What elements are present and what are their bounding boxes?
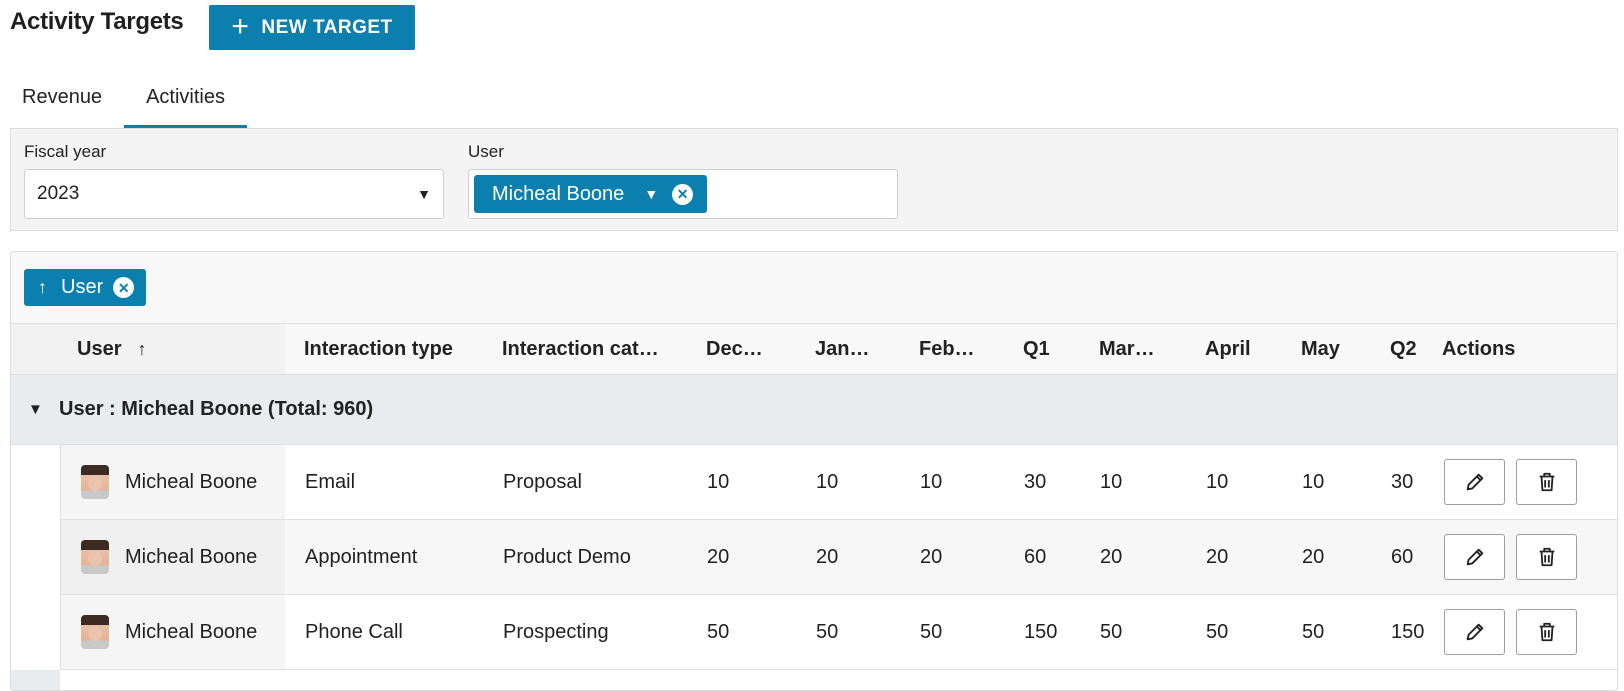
avatar: [81, 615, 109, 649]
caret-down-icon[interactable]: ▼: [644, 186, 658, 202]
column-header-user[interactable]: User ↑: [11, 324, 285, 374]
fiscal-year-select[interactable]: 2023 ▼: [24, 169, 444, 219]
q2-cell: 150: [1391, 620, 1425, 643]
mar-cell: 50: [1100, 620, 1123, 643]
plus-icon: +: [231, 9, 250, 43]
new-target-label: NEW TARGET: [261, 16, 393, 38]
pencil-icon: [1466, 473, 1483, 491]
feb-cell: 50: [920, 620, 943, 643]
column-header-q1[interactable]: Q1: [1023, 324, 1073, 374]
q2-cell: 60: [1391, 545, 1414, 568]
interaction-type-cell: Email: [305, 470, 356, 493]
jan-cell: 10: [816, 470, 839, 493]
group-by-bar: ↑ User ✕: [11, 252, 1617, 323]
q1-cell: 150: [1024, 620, 1058, 643]
group-by-chip[interactable]: ↑ User ✕: [24, 269, 147, 306]
user-filter-label: User: [468, 142, 504, 161]
dec-cell: 20: [707, 545, 730, 568]
interaction-category-cell: Prospecting: [503, 620, 609, 643]
caret-down-icon: ▼: [417, 186, 431, 202]
group-title: User : Micheal Boone (Total: 960): [59, 398, 374, 420]
column-header-interaction-type[interactable]: Interaction type: [304, 324, 484, 374]
delete-button[interactable]: [1516, 609, 1577, 655]
column-header-feb[interactable]: Feb…: [919, 324, 999, 374]
may-cell: 50: [1302, 620, 1325, 643]
table-row: Micheal Boone Appointment Product Demo 2…: [60, 520, 1617, 595]
column-header-mar[interactable]: Mar…: [1099, 324, 1179, 374]
targets-grid: ↑ User ✕ User ↑ Interaction type Interac…: [10, 251, 1618, 691]
april-cell: 20: [1206, 545, 1229, 568]
user-cell: Micheal Boone: [61, 445, 285, 519]
group-indent-strip: [11, 670, 60, 690]
tab-bar: Revenue Activities: [0, 70, 247, 128]
april-cell: 50: [1206, 620, 1229, 643]
user-filter-chip-label: Micheal Boone: [492, 182, 625, 205]
q1-cell: 30: [1024, 470, 1047, 493]
table-row: Micheal Boone Email Proposal 10 10 10 30…: [60, 445, 1617, 520]
column-header-actions: Actions: [1442, 337, 1516, 360]
pencil-icon: [1466, 623, 1483, 641]
triangle-down-icon[interactable]: ▼: [28, 401, 43, 418]
column-header-q2[interactable]: Q2: [1390, 324, 1440, 374]
delete-button[interactable]: [1516, 534, 1577, 580]
jan-cell: 50: [816, 620, 839, 643]
column-header-user-label: User: [77, 337, 122, 360]
clear-circle-icon[interactable]: ✕: [113, 277, 135, 298]
user-cell: Micheal Boone: [61, 595, 285, 669]
user-name: Micheal Boone: [125, 620, 258, 643]
user-cell: Micheal Boone: [61, 520, 285, 594]
mar-cell: 10: [1100, 470, 1123, 493]
arrow-up-icon[interactable]: ↑: [137, 339, 146, 360]
trash-icon: [1539, 547, 1554, 567]
fiscal-year-value: 2023: [37, 183, 80, 204]
may-cell: 20: [1302, 545, 1325, 568]
interaction-category-cell: Product Demo: [503, 545, 631, 568]
edit-button[interactable]: [1444, 534, 1505, 580]
may-cell: 10: [1302, 470, 1325, 493]
table-row: Micheal Boone Phone Call Prospecting 50 …: [60, 595, 1617, 670]
user-name: Micheal Boone: [125, 470, 258, 493]
column-header-interaction-category[interactable]: Interaction cat…: [502, 324, 672, 374]
column-header-may[interactable]: May: [1301, 324, 1371, 374]
delete-button[interactable]: [1516, 459, 1577, 505]
interaction-type-cell: Phone Call: [305, 620, 403, 643]
feb-cell: 20: [920, 545, 943, 568]
new-target-button[interactable]: + NEW TARGET: [209, 5, 415, 50]
interaction-type-cell: Appointment: [305, 545, 418, 568]
column-header-jan[interactable]: Jan…: [815, 324, 895, 374]
page-title: Activity Targets: [10, 8, 184, 35]
trash-icon: [1539, 472, 1554, 492]
dec-cell: 10: [707, 470, 730, 493]
column-header-dec[interactable]: Dec…: [706, 324, 786, 374]
avatar: [81, 465, 109, 499]
avatar: [81, 540, 109, 574]
grid-header: User ↑ Interaction type Interaction cat……: [11, 323, 1617, 375]
edit-button[interactable]: [1444, 459, 1505, 505]
q2-cell: 30: [1391, 470, 1414, 493]
filter-panel: Fiscal year 2023 ▼ User Micheal Boone ▼ …: [10, 128, 1618, 231]
user-filter-select[interactable]: Micheal Boone ▼ ✕: [468, 169, 898, 219]
feb-cell: 10: [920, 470, 943, 493]
tab-activities[interactable]: Activities: [124, 70, 247, 128]
dec-cell: 50: [707, 620, 730, 643]
user-filter-chip[interactable]: Micheal Boone ▼ ✕: [474, 175, 708, 213]
edit-button[interactable]: [1444, 609, 1505, 655]
clear-circle-icon[interactable]: ✕: [672, 183, 694, 205]
pencil-icon: [1466, 548, 1483, 566]
mar-cell: 20: [1100, 545, 1123, 568]
trash-icon: [1539, 622, 1554, 642]
jan-cell: 20: [816, 545, 839, 568]
april-cell: 10: [1206, 470, 1229, 493]
tab-revenue[interactable]: Revenue: [0, 70, 124, 128]
fiscal-year-label: Fiscal year: [24, 142, 107, 161]
q1-cell: 60: [1024, 545, 1047, 568]
column-header-april[interactable]: April: [1205, 324, 1285, 374]
interaction-category-cell: Proposal: [503, 470, 582, 493]
group-by-chip-label: User: [61, 276, 104, 298]
group-row[interactable]: ▼ User : Micheal Boone (Total: 960): [11, 375, 1617, 445]
arrow-up-icon[interactable]: ↑: [38, 277, 47, 298]
user-name: Micheal Boone: [125, 545, 258, 568]
